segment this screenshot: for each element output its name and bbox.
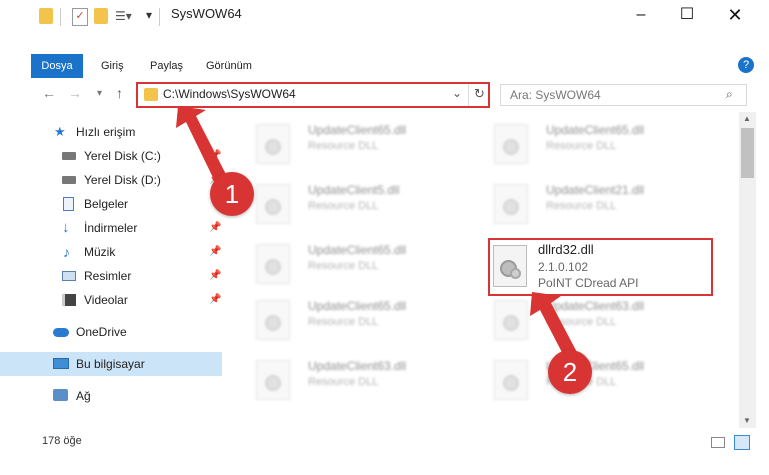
- callout-badge-2: 2: [548, 350, 592, 394]
- annotation-arrows: [176, 106, 580, 364]
- callout-badge-1: 1: [210, 172, 254, 216]
